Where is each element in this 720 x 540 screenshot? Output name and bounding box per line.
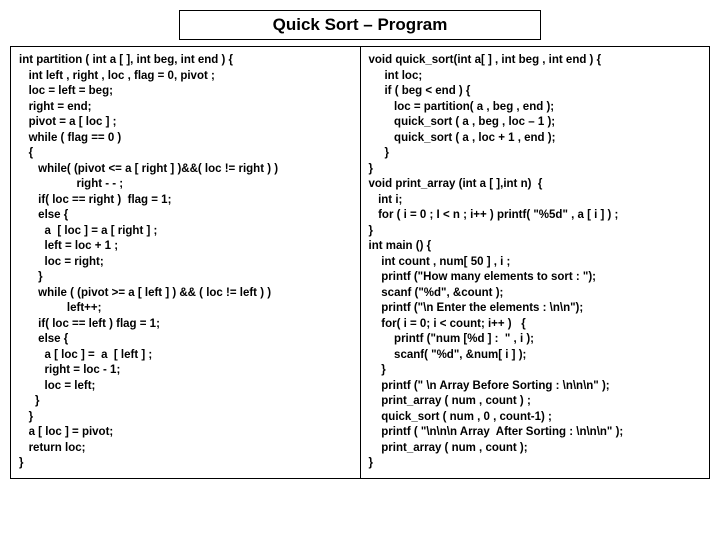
page-title: Quick Sort – Program bbox=[179, 10, 541, 40]
left-code-panel: int partition ( int a [ ], int beg, int … bbox=[10, 46, 360, 479]
right-code-panel: void quick_sort(int a[ ] , int beg , int… bbox=[360, 46, 711, 479]
code-columns: int partition ( int a [ ], int beg, int … bbox=[10, 46, 710, 479]
